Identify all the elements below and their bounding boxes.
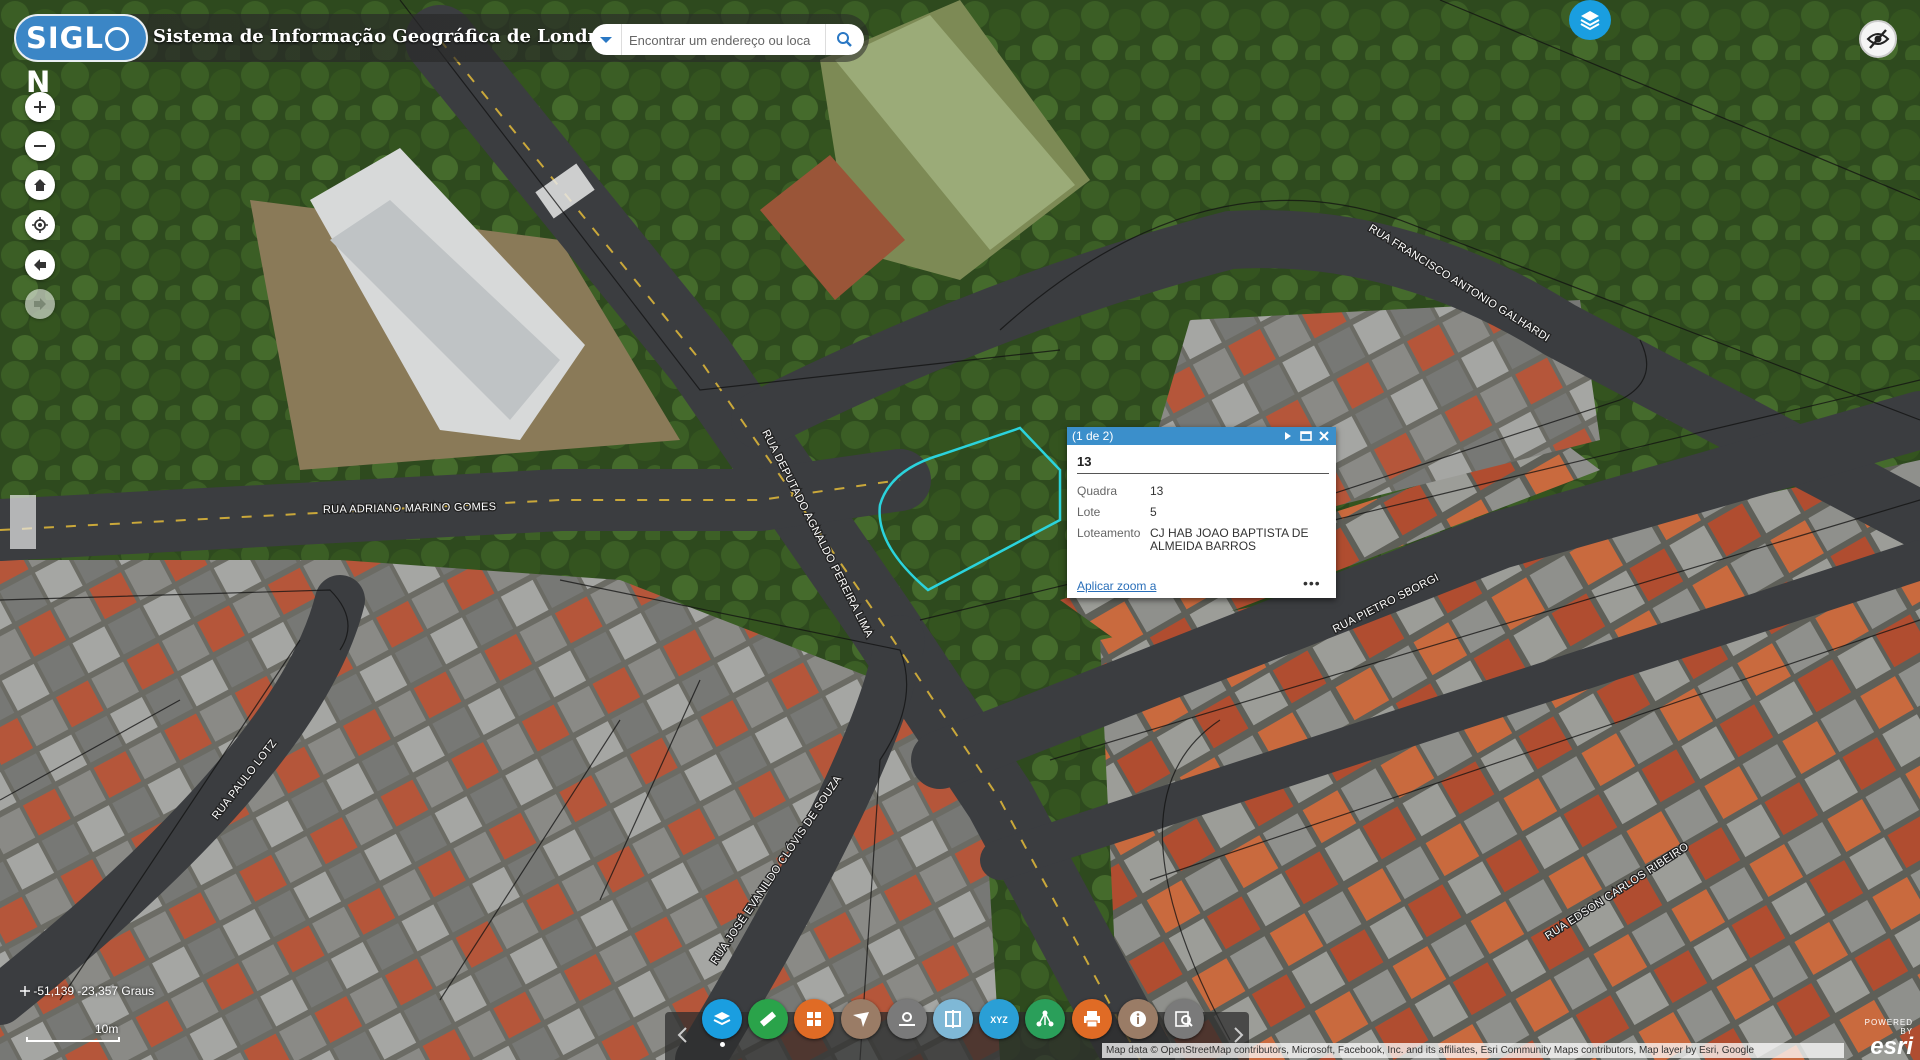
zoom-out-button[interactable]	[25, 131, 55, 161]
direction-icon	[853, 1012, 869, 1027]
layer-list-button[interactable]	[1569, 0, 1611, 40]
attribute-value: CJ HAB JOAO BAPTISTA DE ALMEIDA BARROS	[1150, 526, 1309, 553]
more-actions-button[interactable]: •••	[1303, 575, 1321, 591]
attribute-value: 5	[1150, 505, 1157, 519]
scale-bar	[26, 1037, 120, 1042]
network-icon	[1036, 1010, 1054, 1027]
direction-tool-button[interactable]	[841, 999, 881, 1039]
search-box	[591, 24, 864, 55]
swipe-icon	[945, 1010, 961, 1028]
map-view[interactable]: RUA ADRIANO MARINO GOMES RUA DEPUTADO AG…	[0, 0, 1920, 1060]
xyz-tool-button[interactable]: XYZ	[979, 999, 1019, 1039]
coordinate-readout: -51,139 -23,357 Graus	[20, 984, 154, 998]
attribute-key: Loteamento	[1077, 526, 1141, 540]
popup-counter: (1 de 2)	[1072, 429, 1114, 443]
attribute-row: Lote 5	[1077, 506, 1330, 519]
zoom-out-icon	[34, 145, 46, 147]
locate-button[interactable]	[25, 210, 55, 240]
attribute-row: Loteamento CJ HAB JOAO BAPTISTA DE ALMEID…	[1077, 527, 1330, 553]
search-button[interactable]	[825, 24, 864, 55]
svg-text:XYZ: XYZ	[990, 1015, 1008, 1025]
search-tool-button[interactable]	[1164, 999, 1204, 1039]
layers-icon	[713, 1012, 731, 1026]
previous-extent-button[interactable]	[25, 250, 55, 280]
route-icon	[899, 1012, 915, 1026]
zoom-in-button[interactable]	[25, 92, 55, 122]
route-tool-button[interactable]	[887, 999, 927, 1039]
xyz-icon: XYZ	[990, 1015, 1008, 1025]
attribute-key: Quadra	[1077, 484, 1118, 498]
crosshair-icon	[20, 986, 30, 996]
next-extent-button[interactable]	[25, 289, 55, 319]
feature-popup: (1 de 2) 13 Quadra 13 Lote 5 Loteamento CJ …	[1067, 427, 1336, 598]
popup-title: 13	[1077, 454, 1329, 474]
toolbar-prev-button[interactable]	[673, 1022, 693, 1048]
attribute-row: Quadra 13	[1077, 485, 1330, 498]
attribute-key: Lote	[1077, 505, 1101, 519]
grid-icon	[807, 1012, 821, 1026]
eye-off-icon	[1866, 29, 1890, 49]
search-source-dropdown[interactable]	[591, 24, 622, 55]
esri-logo: POWERED BY esri	[1853, 1018, 1913, 1060]
info-tool-button[interactable]	[1118, 999, 1158, 1039]
active-tool-indicator	[720, 1042, 725, 1047]
zoom-in-icon	[34, 101, 46, 113]
coordinate-text: -51,139 -23,357 Graus	[33, 984, 155, 998]
home-button[interactable]	[25, 170, 55, 200]
map-attribution: Map data © OpenStreetMap contributors, M…	[1102, 1043, 1844, 1058]
locate-icon	[32, 217, 48, 233]
chevron-left-icon	[677, 1027, 687, 1043]
popup-header: (1 de 2)	[1067, 427, 1336, 445]
home-icon	[34, 179, 46, 191]
siglon-logo[interactable]: SIGLN	[14, 14, 148, 99]
close-popup-button[interactable]	[1316, 428, 1332, 444]
toggle-visibility-button[interactable]	[1859, 20, 1897, 58]
measure-tool-button[interactable]	[748, 999, 788, 1039]
close-icon	[1319, 431, 1329, 441]
esri-brand-text: esri	[1870, 1033, 1913, 1060]
chevron-down-icon	[600, 37, 612, 43]
globe-icon	[104, 27, 129, 51]
play-icon	[1285, 432, 1291, 440]
info-icon	[1130, 1011, 1146, 1027]
measure-icon	[759, 1011, 777, 1027]
scale-label: 10m	[95, 1022, 119, 1036]
layers-tool-button[interactable]	[702, 999, 742, 1039]
print-tool-button[interactable]	[1072, 999, 1112, 1039]
maximize-icon	[1300, 431, 1312, 441]
search-input[interactable]	[627, 28, 827, 52]
next-feature-button[interactable]	[1280, 428, 1296, 444]
search-icon	[837, 32, 852, 47]
forward-icon	[34, 298, 46, 310]
search-icon	[1175, 1011, 1193, 1027]
print-icon	[1084, 1011, 1100, 1028]
zoom-to-link[interactable]: Aplicar zoom a	[1077, 579, 1156, 593]
back-icon	[34, 259, 46, 271]
swipe-tool-button[interactable]	[933, 999, 973, 1039]
attribute-value: 13	[1150, 484, 1164, 498]
maximize-button[interactable]	[1298, 428, 1314, 444]
grid-tool-button[interactable]	[794, 999, 834, 1039]
layers-icon	[1580, 11, 1600, 31]
network-tool-button[interactable]	[1025, 999, 1065, 1039]
app-title: Sistema de Informação Geográfica de Lond…	[153, 26, 629, 47]
